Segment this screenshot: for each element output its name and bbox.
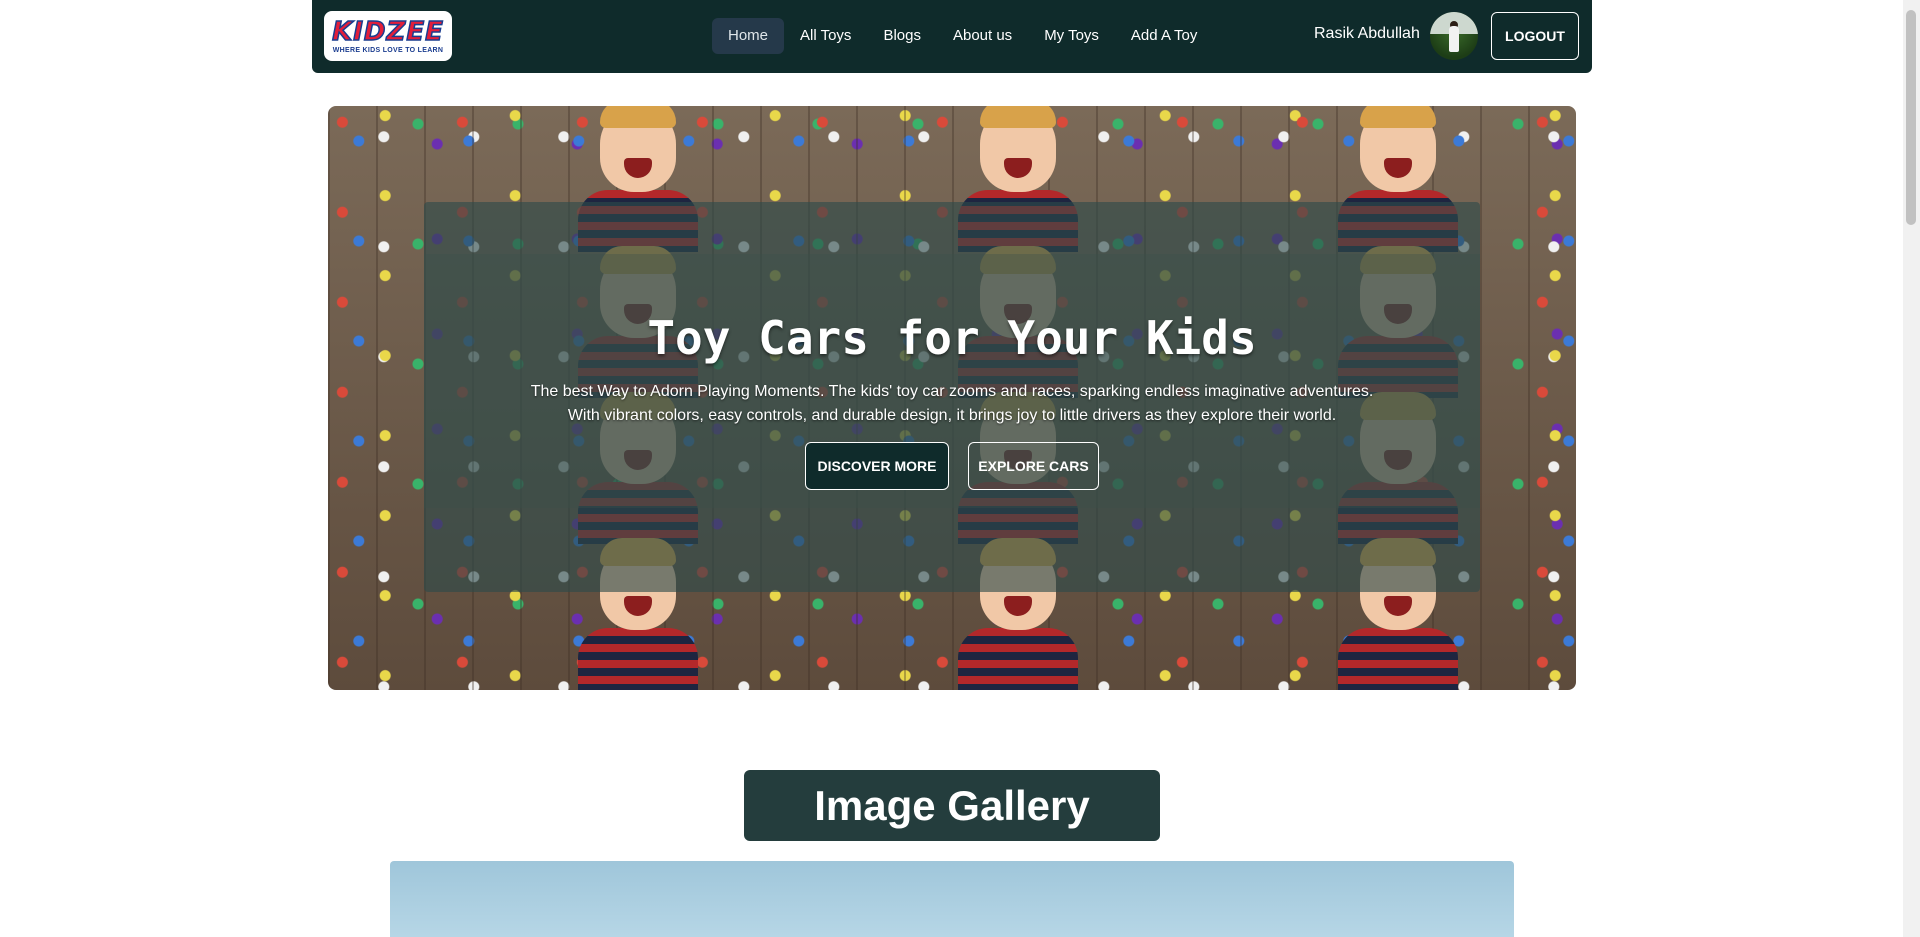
discover-more-button[interactable]: DISCOVER MORE [805, 442, 949, 490]
user-name: Rasik Abdullah [1314, 25, 1420, 42]
gallery-image [390, 861, 1514, 937]
nav-all-toys[interactable]: All Toys [784, 18, 867, 54]
nav-about-us[interactable]: About us [937, 18, 1028, 54]
hero-description: The best Way to Adorn Playing Moments. T… [452, 380, 1452, 428]
hero-description-line-2: With vibrant colors, easy controls, and … [567, 407, 1337, 424]
nav-add-a-toy[interactable]: Add A Toy [1115, 18, 1213, 54]
navbar: KIDZEE WHERE KIDS LOVE TO LEARN Home All… [312, 0, 1592, 73]
explore-cars-button[interactable]: EXPLORE CARS [968, 442, 1099, 490]
user-avatar[interactable] [1430, 12, 1478, 60]
main-nav: Home All Toys Blogs About us My Toys Add… [712, 17, 1213, 55]
hero-banner: Toy Cars for Your Kids The best Way to A… [328, 106, 1576, 690]
scrollbar-thumb[interactable] [1906, 10, 1916, 225]
logout-button[interactable]: LOGOUT [1491, 12, 1579, 60]
logo-tagline: WHERE KIDS LOVE TO LEARN [332, 46, 444, 54]
hero-description-line-1: The best Way to Adorn Playing Moments. T… [530, 383, 1374, 400]
hero-title: Toy Cars for Your Kids [647, 311, 1257, 365]
nav-home[interactable]: Home [712, 18, 785, 54]
nav-blogs[interactable]: Blogs [867, 18, 937, 54]
nav-my-toys[interactable]: My Toys [1028, 18, 1115, 54]
brand-logo[interactable]: KIDZEE WHERE KIDS LOVE TO LEARN [324, 11, 452, 61]
gallery-title: Image Gallery [744, 770, 1160, 841]
logo-text: KIDZEE [331, 16, 444, 47]
